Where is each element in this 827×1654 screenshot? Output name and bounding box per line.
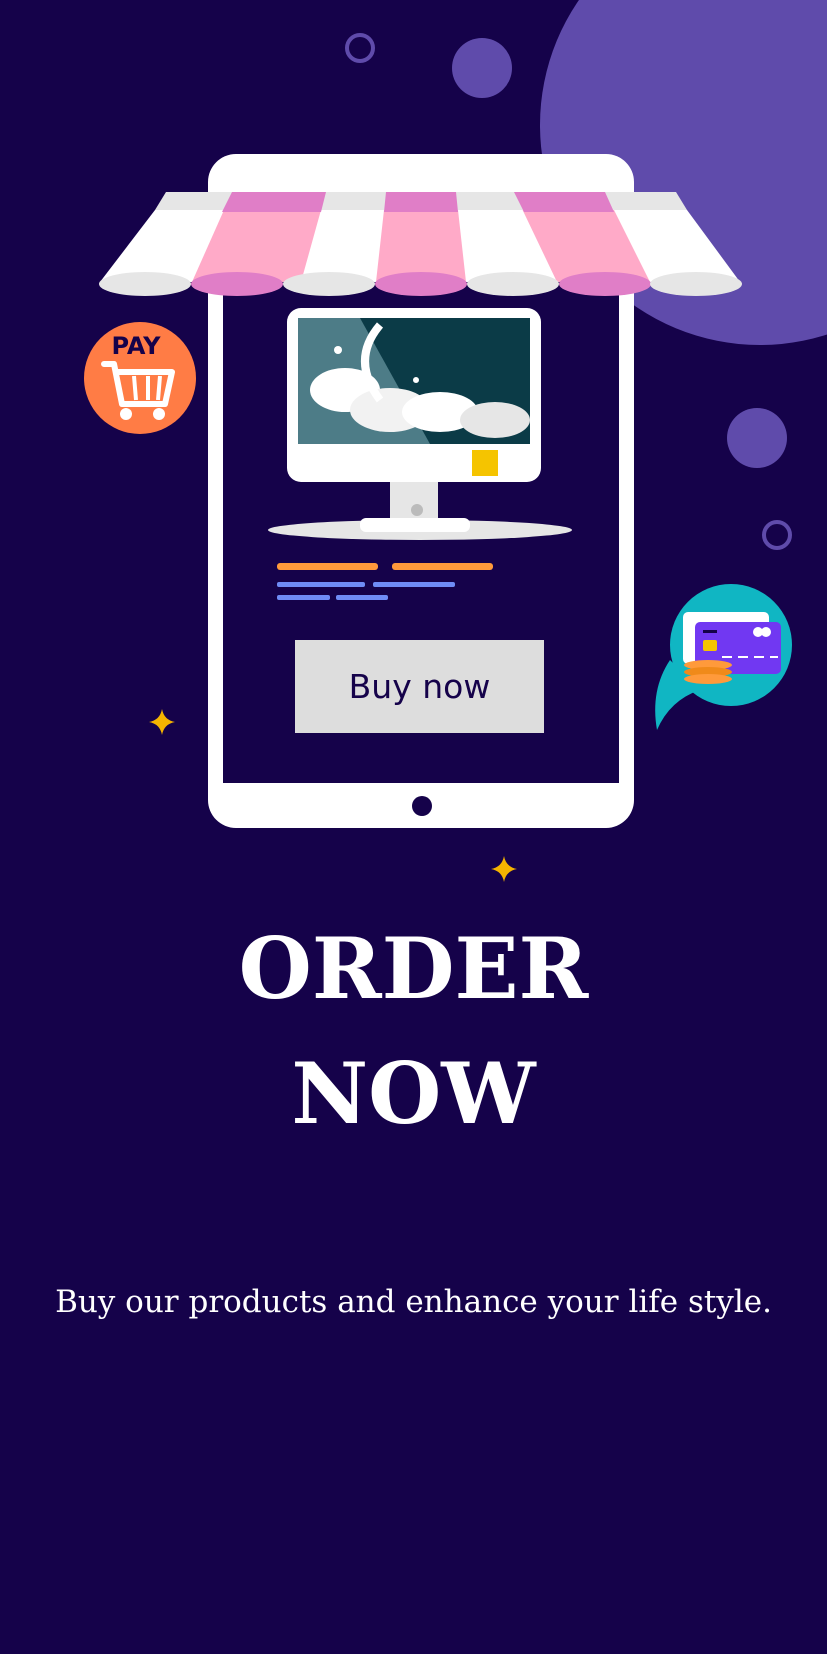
package-icon — [472, 450, 498, 476]
hero-illustration: PAY — [84, 0, 827, 882]
deco-ring-top — [345, 33, 375, 63]
pay-cart-icon: PAY — [84, 322, 196, 434]
subtitle: Buy our products and enhance your life s… — [55, 1284, 772, 1320]
pay-badge-text: PAY — [111, 332, 161, 360]
credit-card-icon — [655, 584, 792, 730]
sparkle-icon — [149, 709, 175, 735]
deco-ring-right — [762, 520, 792, 550]
headline-line-2: NOW — [291, 1044, 536, 1143]
headline-line-1: ORDER — [238, 919, 589, 1018]
home-button — [412, 796, 432, 816]
buy-now-button[interactable]: Buy now — [295, 640, 544, 733]
deco-circle-right — [727, 408, 787, 468]
shop-awning-icon — [99, 192, 742, 296]
sparkle-icon — [491, 856, 517, 882]
deco-circle-top — [452, 38, 512, 98]
